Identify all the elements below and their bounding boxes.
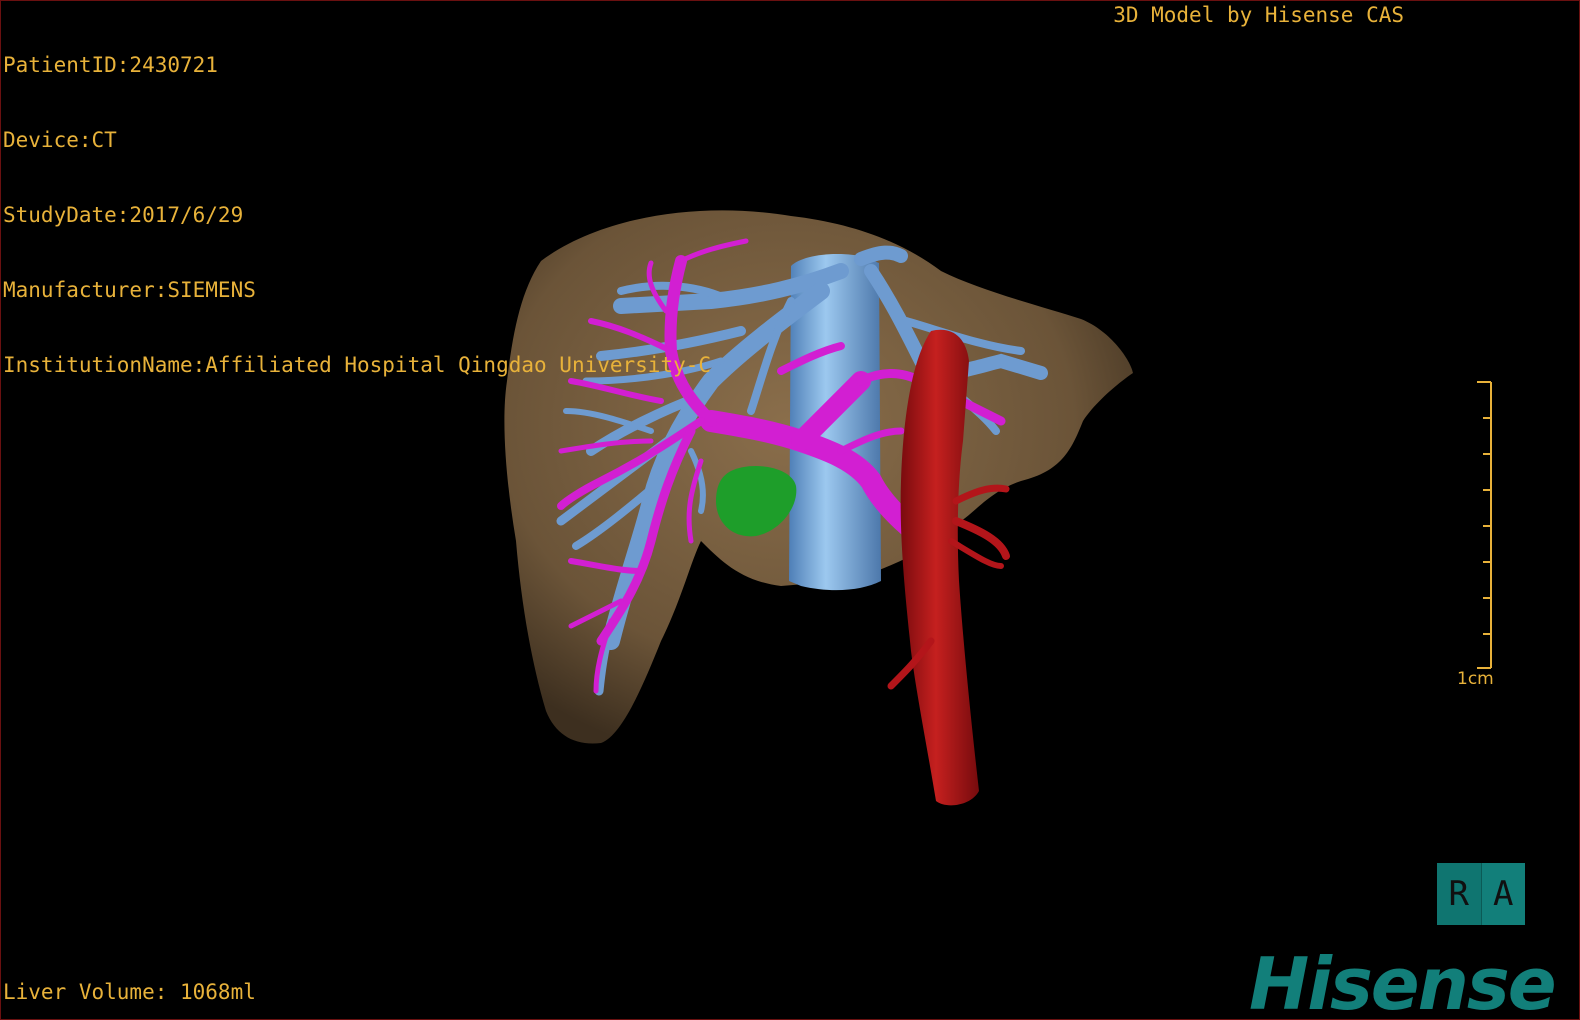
scale-bar [1477, 381, 1492, 669]
orientation-face-anterior[interactable]: A [1482, 863, 1526, 925]
manufacturer-text: Manufacturer:SIEMENS [3, 278, 256, 302]
hisense-logo: Hisense [1249, 942, 1557, 1020]
dicom-info-overlay: PatientID:2430721 Device:CT StudyDate:20… [3, 3, 711, 428]
orientation-face-right[interactable]: R [1437, 863, 1482, 925]
model-credit-text: 3D Model by Hisense CAS [1113, 3, 1404, 27]
render-viewport[interactable]: PatientID:2430721 Device:CT StudyDate:20… [0, 0, 1580, 1020]
orientation-cube[interactable]: R A [1437, 863, 1525, 925]
device-text: Device:CT [3, 128, 117, 152]
study-date-text: StudyDate:2017/6/29 [3, 203, 244, 227]
institution-text: InstitutionName:Affiliated Hospital Qing… [3, 353, 712, 377]
scale-bar-label: 1cm [1457, 669, 1494, 689]
liver-volume-text: Liver Volume: 1068ml [3, 980, 256, 1004]
patient-id-text: PatientID:2430721 [3, 53, 218, 77]
